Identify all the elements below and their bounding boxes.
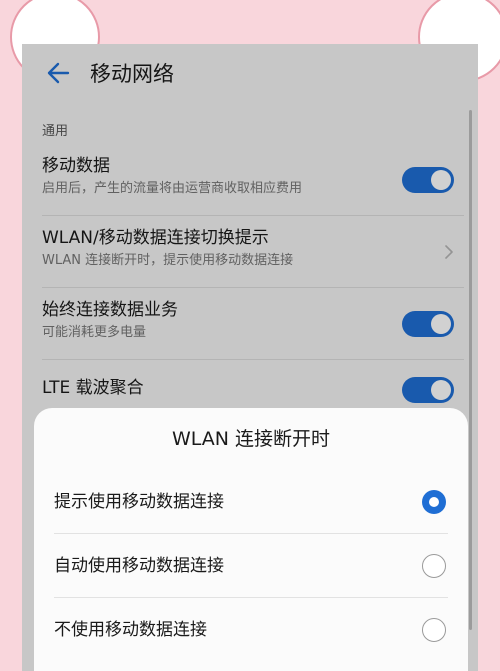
radio-selected-icon[interactable] xyxy=(422,489,446,514)
dialog-option-prompt[interactable]: 提示使用移动数据连接 xyxy=(54,470,448,534)
option-label: 提示使用移动数据连接 xyxy=(54,492,224,512)
option-label: 不使用移动数据连接 xyxy=(54,620,207,640)
bottom-sheet-dialog: WLAN 连接断开时 提示使用移动数据连接 自动使用移动数据连接 不使用移动数据… xyxy=(34,408,468,671)
dialog-option-never[interactable]: 不使用移动数据连接 xyxy=(54,598,448,662)
option-label: 自动使用移动数据连接 xyxy=(54,556,224,576)
radio-empty-icon[interactable] xyxy=(422,618,446,642)
dialog-option-auto[interactable]: 自动使用移动数据连接 xyxy=(54,534,448,598)
dialog-title: WLAN 连接断开时 xyxy=(171,428,331,450)
radio-empty-icon[interactable] xyxy=(422,553,446,578)
